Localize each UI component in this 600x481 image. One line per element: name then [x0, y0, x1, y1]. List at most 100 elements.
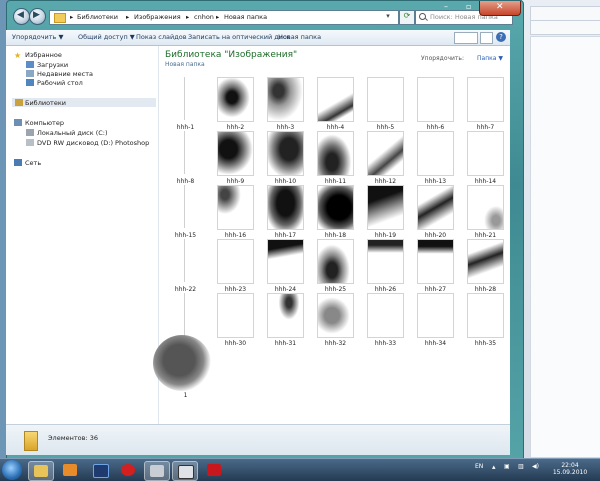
- breadcrumb-cnhon[interactable]: cnhon: [194, 13, 214, 21]
- taskbar-app[interactable]: [144, 461, 170, 481]
- volume-icon[interactable]: ◀): [532, 463, 539, 470]
- nav-local-disk[interactable]: Локальный диск (C:): [37, 129, 108, 137]
- nav-recent[interactable]: Недавние места: [37, 70, 93, 78]
- file-tile[interactable]: hhh-23: [217, 239, 254, 293]
- breadcrumb-separator: ▸: [70, 13, 74, 21]
- background-window-panel: [530, 36, 600, 458]
- nav-computer[interactable]: Компьютер: [25, 119, 64, 127]
- help-icon[interactable]: ?: [496, 32, 506, 42]
- hard-disk-icon: [26, 129, 34, 136]
- file-tile[interactable]: hhh-21: [467, 185, 504, 239]
- breadcrumb-new-folder[interactable]: Новая папка: [224, 13, 267, 21]
- taskbar-explorer[interactable]: [28, 461, 54, 481]
- file-tile[interactable]: 1: [153, 335, 211, 399]
- nav-favorites[interactable]: Избранное: [25, 51, 62, 59]
- file-tile[interactable]: hhh-31: [267, 293, 304, 347]
- new-folder-button[interactable]: Новая папка: [278, 33, 321, 41]
- breadcrumb-separator: ▸: [186, 13, 190, 21]
- file-name: hhh-31: [274, 340, 297, 347]
- file-tile[interactable]: hhh-6: [417, 77, 454, 131]
- back-button[interactable]: ◀: [13, 8, 30, 25]
- file-tile[interactable]: hhh-13: [417, 131, 454, 185]
- file-tile[interactable]: hhh-11: [317, 131, 354, 185]
- file-tile[interactable]: hhh-4: [317, 77, 354, 131]
- breadcrumb-libraries[interactable]: Библиотеки: [77, 13, 118, 21]
- preview-pane-button[interactable]: [480, 32, 493, 44]
- file-tile[interactable]: hhh-16: [217, 185, 254, 239]
- file-tile[interactable]: hhh-1: [167, 77, 204, 131]
- file-name: hhh-12: [374, 178, 397, 185]
- file-tile[interactable]: hhh-35: [467, 293, 504, 347]
- file-tile[interactable]: hhh-29: [167, 293, 204, 347]
- burn-button[interactable]: Записать на оптический диск: [188, 33, 290, 41]
- change-view-button[interactable]: [454, 32, 478, 44]
- language-indicator[interactable]: EN: [475, 463, 483, 470]
- file-tile[interactable]: hhh-26: [367, 239, 404, 293]
- file-tile[interactable]: hhh-20: [417, 185, 454, 239]
- file-tile[interactable]: hhh-2: [217, 77, 254, 131]
- file-tile[interactable]: hhh-32: [317, 293, 354, 347]
- network-tray-icon[interactable]: ▥: [518, 463, 524, 470]
- taskbar-photoshop[interactable]: [88, 461, 112, 479]
- nav-libraries[interactable]: Библиотеки: [25, 99, 66, 107]
- file-thumbnail: [417, 185, 454, 230]
- media-player-icon: [63, 464, 77, 476]
- file-name: hhh-19: [374, 232, 397, 239]
- file-tile[interactable]: hhh-18: [317, 185, 354, 239]
- share-button[interactable]: Общий доступ ▼: [78, 33, 135, 41]
- file-name: hhh-5: [376, 124, 395, 131]
- folder-icon: [24, 431, 38, 451]
- file-tile[interactable]: hhh-34: [417, 293, 454, 347]
- taskbar-opera[interactable]: [116, 461, 140, 479]
- file-name: hhh-6: [426, 124, 445, 131]
- maximize-button[interactable]: ▫: [459, 1, 479, 15]
- file-tile[interactable]: hhh-7: [467, 77, 504, 131]
- file-tile[interactable]: hhh-8: [167, 131, 204, 185]
- file-tile[interactable]: hhh-24: [267, 239, 304, 293]
- file-tile[interactable]: hhh-12: [367, 131, 404, 185]
- close-button[interactable]: ✕: [479, 1, 521, 16]
- organize-button[interactable]: Упорядочить ▼: [12, 33, 63, 41]
- tray-icon[interactable]: ▣: [504, 463, 510, 470]
- file-thumbnail: [467, 239, 504, 284]
- file-tile[interactable]: hhh-14: [467, 131, 504, 185]
- slideshow-button[interactable]: Показ слайдов: [136, 33, 187, 41]
- forward-button[interactable]: ▶: [29, 8, 46, 25]
- file-tile[interactable]: hhh-10: [267, 131, 304, 185]
- file-tile[interactable]: hhh-33: [367, 293, 404, 347]
- details-pane: Элементов: 36: [6, 424, 510, 455]
- file-tile[interactable]: hhh-22: [167, 239, 204, 293]
- file-tile[interactable]: hhh-30: [217, 293, 254, 347]
- file-tile[interactable]: hhh-19: [367, 185, 404, 239]
- file-tile[interactable]: hhh-15: [167, 185, 204, 239]
- minimize-button[interactable]: –: [437, 1, 459, 15]
- taskbar-media-player[interactable]: [58, 461, 82, 479]
- start-button[interactable]: [2, 460, 22, 480]
- address-bar[interactable]: ▸ Библиотеки ▸ Изображения ▸ cnhon ▸ Нов…: [49, 10, 399, 25]
- taskbar-acrobat[interactable]: [202, 461, 226, 479]
- nav-dvd-drive[interactable]: DVD RW дисковод (D:) Photoshop: [37, 139, 149, 147]
- file-thumbnail: [417, 77, 454, 122]
- file-tile[interactable]: hhh-17: [267, 185, 304, 239]
- file-name: hhh-3: [276, 124, 295, 131]
- file-tile[interactable]: hhh-9: [217, 131, 254, 185]
- file-tile[interactable]: hhh-25: [317, 239, 354, 293]
- folder-icon: [54, 13, 66, 23]
- nav-downloads[interactable]: Загрузки: [37, 61, 68, 69]
- taskbar-app-2[interactable]: [172, 461, 198, 481]
- breadcrumb-images[interactable]: Изображения: [134, 13, 181, 21]
- file-tile[interactable]: hhh-3: [267, 77, 304, 131]
- refresh-button[interactable]: ⟳: [399, 10, 415, 25]
- file-thumbnail: [367, 131, 404, 176]
- clock[interactable]: 22:04 15.09.2010: [548, 462, 592, 476]
- nav-network[interactable]: Сеть: [25, 159, 41, 167]
- file-tile[interactable]: hhh-5: [367, 77, 404, 131]
- address-dropdown-icon[interactable]: ▾: [382, 12, 394, 23]
- tray-arrow-icon[interactable]: ▴: [492, 463, 496, 471]
- file-tile[interactable]: hhh-27: [417, 239, 454, 293]
- nav-desktop[interactable]: Рабочий стол: [37, 79, 83, 87]
- file-tile[interactable]: hhh-28: [467, 239, 504, 293]
- arrange-by-dropdown[interactable]: Папка ▼: [477, 55, 503, 62]
- file-name: hhh-26: [374, 286, 397, 293]
- file-name: hhh-16: [224, 232, 247, 239]
